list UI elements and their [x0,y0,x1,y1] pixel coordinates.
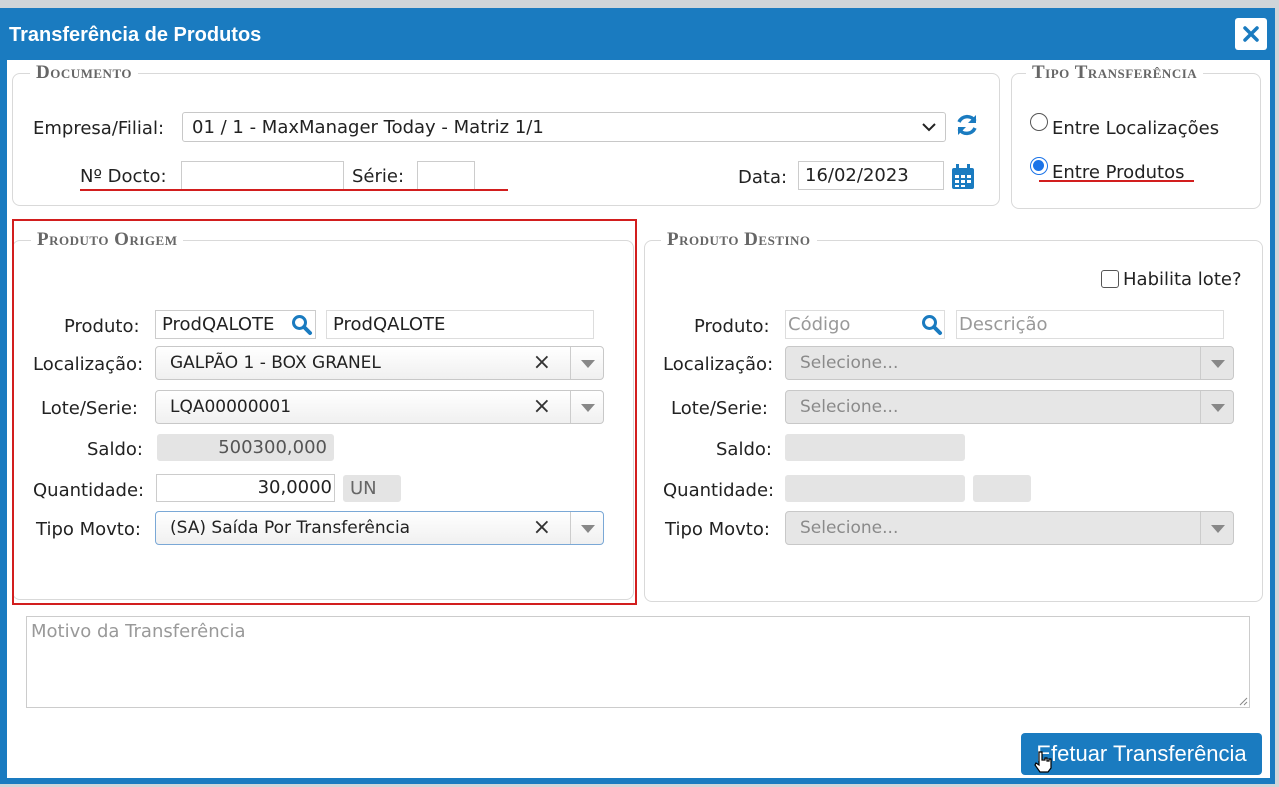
origem-produto-descricao-input[interactable]: ProdQALOTE [326,310,594,339]
origem-tipo-movto-dropdown[interactable] [570,512,603,544]
origem-saldo-label: Saldo: [87,439,143,460]
destino-localizacao-select[interactable]: Selecione... [785,346,1234,380]
destino-localizacao-placeholder: Selecione... [800,353,899,373]
dropdown-arrow-icon [1211,360,1225,368]
empresa-select[interactable]: 01 / 1 - MaxManager Today - Matriz 1/1 [182,112,946,142]
motivo-placeholder: Motivo da Transferência [31,621,246,642]
habilita-lote-checkbox[interactable] [1101,270,1119,288]
origem-lote-select[interactable]: LQA00000001 × [155,390,604,424]
destino-lote-dropdown[interactable] [1200,391,1233,423]
dialog-titlebar: Transferência de Produtos [0,8,1275,60]
destino-tipo-movto-label: Tipo Movto: [665,519,770,540]
tipo-transferencia-fieldset [1011,73,1261,209]
origem-quantidade-label: Quantidade: [33,480,145,501]
destino-unidade-value [973,475,1031,502]
destino-quantidade-label: Quantidade: [663,480,775,501]
dropdown-arrow-icon [581,360,595,368]
data-input[interactable]: 16/02/2023 [798,161,944,190]
dialog-title: Transferência de Produtos [9,24,262,46]
close-icon [1243,26,1259,42]
tipo-transferencia-legend: Tipo Transferência [1026,62,1204,84]
origem-tipo-movto-clear-icon[interactable]: × [533,515,551,540]
calendar-icon[interactable] [951,164,975,190]
documento-legend: Documento [30,62,138,84]
chevron-down-icon [922,123,936,132]
origem-tipo-movto-select[interactable]: (SA) Saída Por Transferência × [155,511,604,545]
close-button[interactable] [1235,18,1267,50]
origem-localizacao-clear-icon[interactable]: × [533,350,551,375]
origem-search-icon[interactable] [291,314,313,336]
origem-localizacao-value: GALPÃO 1 - BOX GRANEL [170,353,381,373]
destino-lote-placeholder: Selecione... [800,397,899,417]
origem-tipo-movto-value: (SA) Saída Por Transferência [170,518,411,538]
efetuar-transferencia-button[interactable]: Efetuar Transferência [1021,733,1262,775]
destino-tipo-movto-select[interactable]: Selecione... [785,511,1234,545]
refresh-icon[interactable] [954,112,980,138]
destino-codigo-placeholder: Código [788,314,851,335]
serie-input[interactable] [417,161,475,190]
produto-destino-legend: Produto Destino [661,229,817,251]
destino-quantidade-input[interactable] [785,475,965,502]
origem-localizacao-label: Localização: [33,354,144,375]
dropdown-arrow-icon [581,404,595,412]
origem-lote-label: Lote/Serie: [41,398,138,419]
motivo-textarea[interactable]: Motivo da Transferência [26,616,1250,708]
destino-tipo-movto-placeholder: Selecione... [800,518,899,538]
data-label: Data: [738,167,788,188]
destino-localizacao-label: Localização: [663,354,774,375]
dropdown-arrow-icon [1211,404,1225,412]
origem-saldo-value: 500300,000 [157,434,334,461]
destino-produto-label: Produto: [694,316,770,337]
resize-handle-icon[interactable] [1238,696,1248,706]
dialog-body: Documento Empresa/Filial: 01 / 1 - MaxMa… [7,60,1270,778]
pointer-cursor-icon [1034,751,1052,773]
destino-tipo-movto-dropdown[interactable] [1200,512,1233,544]
ndocto-label: Nº Docto: [80,166,167,187]
dropdown-arrow-icon [1211,525,1225,533]
destino-saldo-label: Saldo: [716,439,772,460]
destino-saldo-value [785,434,965,461]
origem-lote-clear-icon[interactable]: × [533,394,551,419]
ndocto-input[interactable] [181,161,344,190]
destino-lote-label: Lote/Serie: [671,398,768,419]
destino-lote-select[interactable]: Selecione... [785,390,1234,424]
transfer-dialog: Transferência de Produtos Documento Empr… [0,8,1275,784]
origem-lote-dropdown[interactable] [570,391,603,423]
habilita-lote-label[interactable]: Habilita lote? [1123,269,1242,290]
origem-produto-label: Produto: [64,316,140,337]
origem-lote-value: LQA00000001 [170,397,292,417]
radio-entre-localizacoes-label[interactable]: Entre Localizações [1052,118,1219,139]
entre-produtos-highlight [1039,180,1194,182]
origem-tipo-movto-label: Tipo Movto: [36,519,141,540]
serie-label: Série: [352,166,405,187]
radio-entre-produtos[interactable] [1030,157,1048,175]
destino-descricao-input[interactable]: Descrição [956,310,1224,339]
origem-quantidade-input[interactable]: 30,0000 [156,474,335,502]
radio-entre-localizacoes[interactable] [1030,113,1048,131]
destino-search-icon[interactable] [921,314,943,336]
empresa-select-value: 01 / 1 - MaxManager Today - Matriz 1/1 [192,117,544,138]
origem-localizacao-dropdown[interactable] [570,347,603,379]
destino-descricao-placeholder: Descrição [959,314,1048,335]
empresa-label: Empresa/Filial: [33,118,165,139]
origem-unidade-value: UN [343,475,401,502]
ndocto-serie-highlight [80,189,508,191]
destino-localizacao-dropdown[interactable] [1200,347,1233,379]
origem-localizacao-select[interactable]: GALPÃO 1 - BOX GRANEL × [155,346,604,380]
dropdown-arrow-icon [581,525,595,533]
